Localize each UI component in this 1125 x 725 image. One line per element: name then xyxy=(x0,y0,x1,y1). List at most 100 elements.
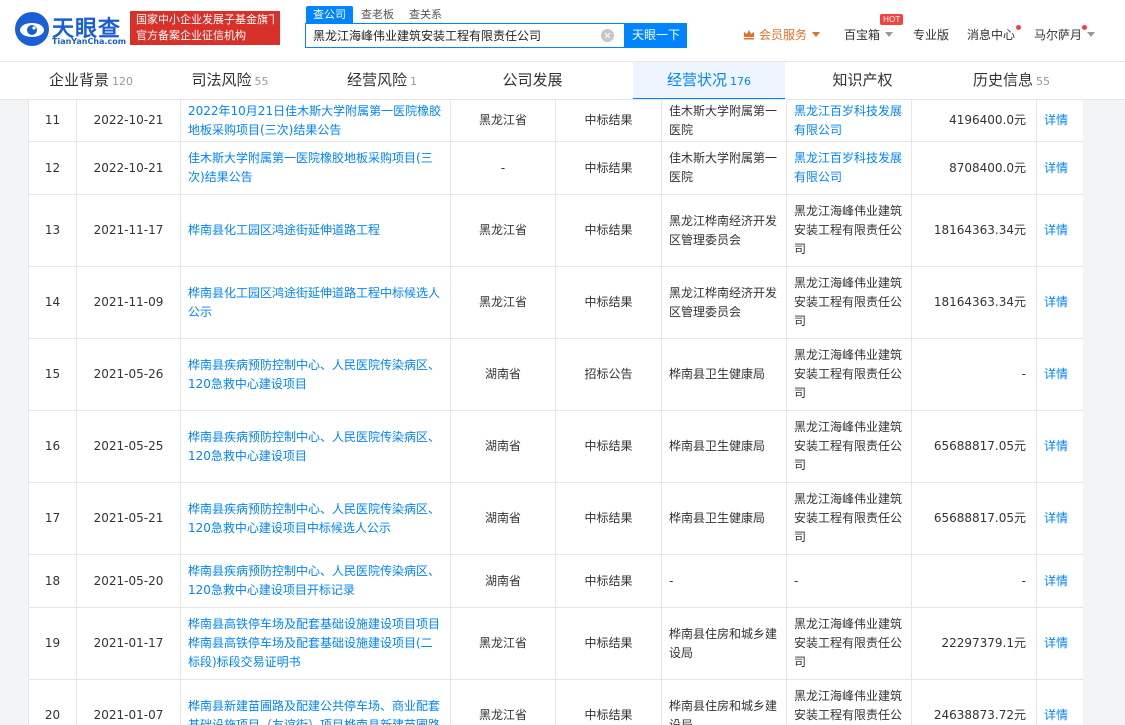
row-amount: 18164363.34元 xyxy=(933,223,1026,237)
clear-icon[interactable] xyxy=(601,29,614,42)
row-title-link[interactable]: 桦南县化工园区鸿途街延伸道路工程 xyxy=(188,223,380,237)
row-detail-link-cell: 详情 xyxy=(1036,679,1083,725)
row-index: 14 xyxy=(44,295,61,309)
row-detail-link[interactable]: 详情 xyxy=(1044,708,1068,722)
row-supplier-cell: 黑龙江海峰伟业建筑安装工程有限责任公司 xyxy=(786,266,912,339)
row-date: 2022-10-21 xyxy=(93,160,164,175)
tab-history-info[interactable]: 历史信息 55 xyxy=(940,62,1083,100)
row-buyer: 黑龙江桦南经济开发区管理委员会 xyxy=(669,213,778,247)
row-region: 湖南省 xyxy=(484,367,521,381)
row-title-link-cell: 桦南县疾病预防控制中心、人民医院传染病区、120急救中心建设项目中标候选人公示 xyxy=(180,482,451,555)
row-detail-link-cell: 详情 xyxy=(1036,266,1083,339)
row-type-cell: 中标结果 xyxy=(555,554,662,608)
row-title-link[interactable]: 桦南县新建苗圃路及配建公共停车场、商业配套基础设施项目（友谊街）项目桦南县新建苗… xyxy=(188,699,440,725)
row-detail-link[interactable]: 详情 xyxy=(1044,511,1068,525)
vip-service-menu[interactable]: 会员服务 xyxy=(743,27,821,43)
row-date: 2021-11-09 xyxy=(93,295,164,309)
tab-intellectual-property[interactable]: 知识产权 xyxy=(788,62,940,100)
search-button[interactable]: 天眼一下 xyxy=(625,23,687,48)
row-detail-link[interactable]: 详情 xyxy=(1044,574,1068,588)
tab-company-development[interactable]: 公司发展 xyxy=(458,62,610,100)
row-type: 中标结果 xyxy=(584,511,633,525)
row-supplier[interactable]: 黑龙江百岁科技发展有限公司 xyxy=(794,104,902,137)
row-date-cell: 2022-10-21 xyxy=(76,141,181,195)
row-type: 招标公告 xyxy=(584,367,633,381)
message-center-link[interactable]: 消息中心 xyxy=(967,27,1015,43)
row-region: 黑龙江省 xyxy=(478,636,527,650)
row-detail-link[interactable]: 详情 xyxy=(1044,439,1068,453)
row-supplier: 黑龙江海峰伟业建筑安装工程有限责任公司 xyxy=(794,420,903,472)
tab-count: 55 xyxy=(254,75,269,88)
vip-service-label: 会员服务 xyxy=(759,28,808,42)
search-input[interactable] xyxy=(306,24,596,47)
row-supplier-cell: 黑龙江海峰伟业建筑安装工程有限责任公司 xyxy=(786,338,912,411)
row-supplier[interactable]: 黑龙江百岁科技发展有限公司 xyxy=(794,151,902,184)
row-title-link-cell: 桦南县疾病预防控制中心、人民医院传染病区、120急救中心建设项目开标记录 xyxy=(180,554,451,608)
tab-label: 公司发展 xyxy=(502,71,563,89)
search-tab-company[interactable]: 查公司 xyxy=(306,6,353,23)
row-title-link[interactable]: 桦南县高铁停车场及配套基础设施建设项目项目桦南县高铁停车场及配套基础设施建设项目… xyxy=(188,617,440,669)
row-detail-link[interactable]: 详情 xyxy=(1044,223,1068,237)
row-title-link-cell: 2022年10月21日佳木斯大学附属第一医院橡胶地板采购项目(三次)结果公告 xyxy=(180,99,451,142)
row-type-cell: 中标结果 xyxy=(555,194,662,267)
search-box xyxy=(305,23,625,48)
row-buyer-cell: 黑龙江桦南经济开发区管理委员会 xyxy=(661,266,787,339)
row-buyer: 桦南县住房和城乡建设局 xyxy=(669,698,778,725)
pro-version-link[interactable]: 专业版 xyxy=(913,27,949,43)
tab-operation-risk[interactable]: 经营风险 1 xyxy=(306,62,458,100)
row-type: 中标结果 xyxy=(584,636,633,650)
row-amount: - xyxy=(1021,573,1026,588)
row-index: 18 xyxy=(44,573,61,588)
row-detail-link[interactable]: 详情 xyxy=(1044,161,1068,175)
row-detail-link[interactable]: 详情 xyxy=(1044,295,1068,309)
row-type: 中标结果 xyxy=(584,160,633,175)
site-logo[interactable]: 天眼查 TianYanCha.com xyxy=(12,9,126,49)
row-title-link[interactable]: 桦南县疾病预防控制中心、人民医院传染病区、120急救中心建设项目 xyxy=(188,430,440,463)
search-tab-relation[interactable]: 查关系 xyxy=(402,6,449,23)
row-region-cell: - xyxy=(450,141,556,195)
row-date-cell: 2021-11-09 xyxy=(76,266,181,339)
slogan-line-1: 国家中小企业发展子基金旗下 xyxy=(136,13,274,26)
tab-enterprise-background[interactable]: 企业背景 120 xyxy=(28,62,154,100)
row-title-link-cell: 桦南县疾病预防控制中心、人民医院传染病区、120急救中心建设项目 xyxy=(180,338,451,411)
crown-icon xyxy=(744,30,754,40)
row-detail-link[interactable]: 详情 xyxy=(1044,636,1068,650)
tab-judicial-risk[interactable]: 司法风险 55 xyxy=(154,62,306,100)
row-title-link[interactable]: 佳木斯大学附属第一医院橡胶地板采购项目(三次)结果公告 xyxy=(188,151,433,184)
tab-count: 55 xyxy=(1036,75,1050,88)
row-supplier: 黑龙江海峰伟业建筑安装工程有限责任公司 xyxy=(794,276,903,328)
row-amount-cell: 18164363.34元 xyxy=(911,266,1037,339)
row-buyer: 桦南县卫生健康局 xyxy=(669,511,766,525)
row-buyer-cell: 佳木斯大学附属第一医院 xyxy=(661,141,787,195)
row-supplier-cell: 黑龙江百岁科技发展有限公司 xyxy=(786,99,912,142)
row-title-link[interactable]: 2022年10月21日佳木斯大学附属第一医院橡胶地板采购项目(三次)结果公告 xyxy=(188,104,441,137)
chevron-down-icon xyxy=(885,32,894,37)
search-tab-boss[interactable]: 查老板 xyxy=(354,6,401,23)
row-title-link[interactable]: 桦南县疾病预防控制中心、人民医院传染病区、120急救中心建设项目 xyxy=(188,358,440,391)
row-amount: 4196400.0元 xyxy=(949,113,1026,127)
tab-count: 120 xyxy=(112,75,133,88)
row-index-cell: 14 xyxy=(28,266,77,339)
row-amount: 18164363.34元 xyxy=(933,295,1026,309)
table-row: 20 2021-01-07 桦南县新建苗圃路及配建公共停车场、商业配套基础设施项目（… xyxy=(28,679,1083,725)
row-title-link[interactable]: 桦南县疾病预防控制中心、人民医院传染病区、120急救中心建设项目开标记录 xyxy=(188,564,440,597)
treasure-box-menu[interactable]: 百宝箱 xyxy=(844,27,894,43)
row-buyer-cell: 黑龙江桦南经济开发区管理委员会 xyxy=(661,194,787,267)
row-buyer-cell: - xyxy=(661,554,787,608)
tab-count: 1 xyxy=(410,75,417,88)
row-title-link[interactable]: 桦南县化工园区鸿途街延伸道路工程中标候选人公示 xyxy=(188,286,440,319)
row-detail-link[interactable]: 详情 xyxy=(1044,367,1068,381)
row-title-link[interactable]: 桦南县疾病预防控制中心、人民医院传染病区、120急救中心建设项目中标候选人公示 xyxy=(188,502,440,535)
row-amount-cell: 8708400.0元 xyxy=(911,141,1037,195)
table-row: 17 2021-05-21 桦南县疾病预防控制中心、人民医院传染病区、120急救中心… xyxy=(28,482,1083,555)
row-title-link-cell: 桦南县化工园区鸿途街延伸道路工程中标候选人公示 xyxy=(180,266,451,339)
row-detail-link[interactable]: 详情 xyxy=(1044,113,1068,127)
row-type: 中标结果 xyxy=(584,223,633,237)
row-supplier-cell: 黑龙江海峰伟业建筑安装工程有限责任公司 xyxy=(786,194,912,267)
row-type: 中标结果 xyxy=(584,573,633,588)
tab-business-status[interactable]: 经营状况 176 xyxy=(633,62,785,100)
row-index-cell: 11 xyxy=(28,99,77,142)
row-index: 13 xyxy=(44,223,61,237)
row-type-cell: 中标结果 xyxy=(555,679,662,725)
table-row: 15 2021-05-26 桦南县疾病预防控制中心、人民医院传染病区、120急救中心… xyxy=(28,338,1083,411)
